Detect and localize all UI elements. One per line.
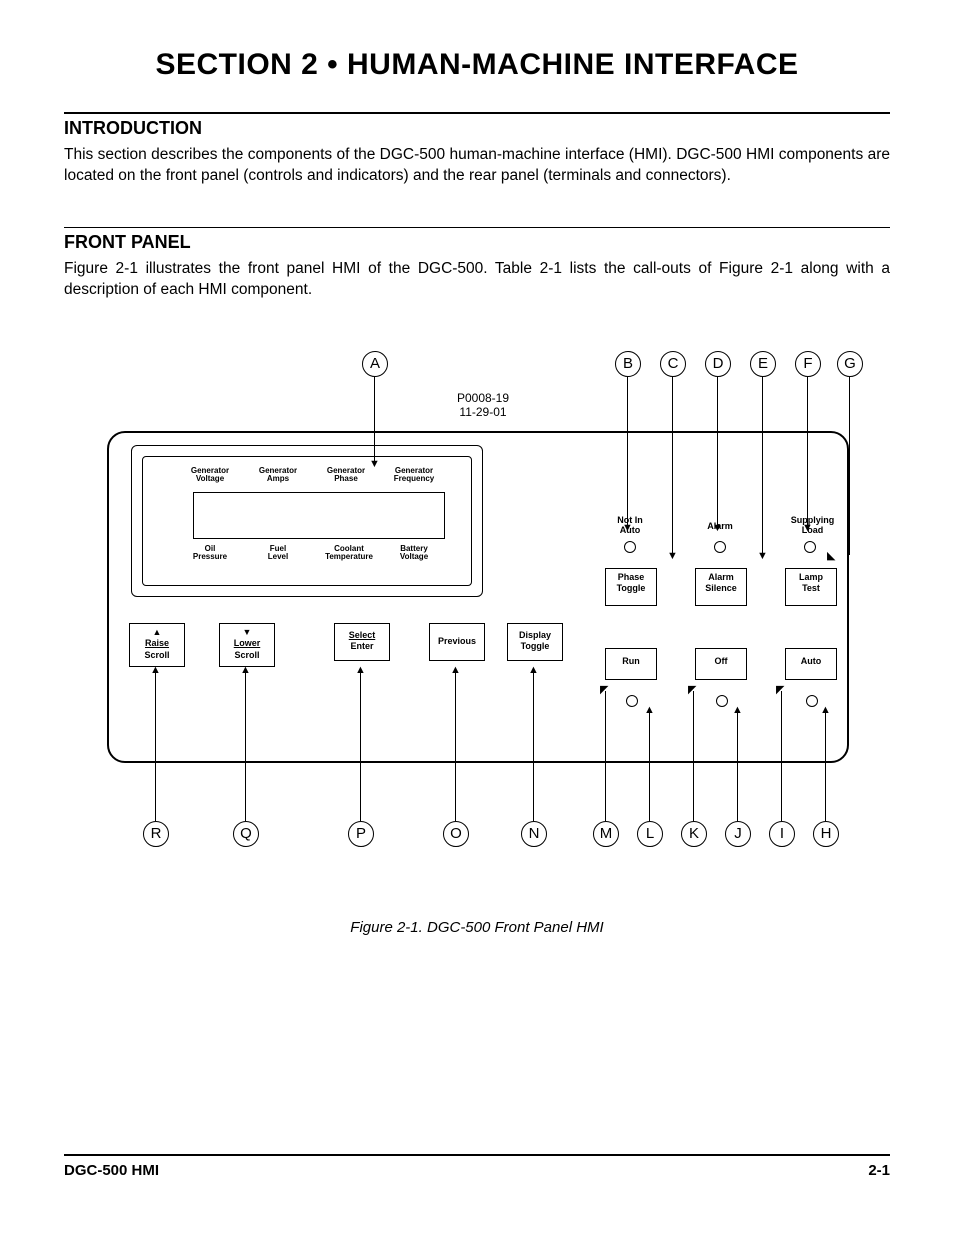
- lcd-label: GeneratorVoltage: [185, 467, 235, 485]
- callout-p: P: [348, 821, 374, 847]
- led-alarm: [714, 541, 726, 553]
- led-run: [626, 695, 638, 707]
- front-panel-heading: FRONT PANEL: [64, 232, 890, 253]
- callout-d: D: [705, 351, 731, 377]
- callout-c: C: [660, 351, 686, 377]
- callout-h: H: [813, 821, 839, 847]
- page: SECTION 2 • HUMAN-MACHINE INTERFACE INTR…: [0, 0, 954, 1235]
- previous-button[interactable]: Previous: [429, 623, 485, 661]
- display-toggle-button[interactable]: DisplayToggle: [507, 623, 563, 661]
- divider: [64, 227, 890, 228]
- callout-g: G: [837, 351, 863, 377]
- raise-scroll-button[interactable]: ▲ Raise Scroll: [129, 623, 185, 667]
- led-label-alarm: Alarm: [695, 521, 745, 531]
- down-arrow-icon: ▼: [243, 627, 252, 637]
- lcd-screen: [193, 492, 445, 539]
- callout-l: L: [637, 821, 663, 847]
- callout-i: I: [769, 821, 795, 847]
- lamp-test-button[interactable]: LampTest: [785, 568, 837, 606]
- lower-scroll-button[interactable]: ▼ Lower Scroll: [219, 623, 275, 667]
- lcd-label: GeneratorPhase: [321, 467, 371, 485]
- lcd-label: GeneratorAmps: [253, 467, 303, 485]
- lcd-label: OilPressure: [185, 545, 235, 563]
- lcd: GeneratorVoltage GeneratorAmps Generator…: [142, 456, 472, 586]
- callout-q: Q: [233, 821, 259, 847]
- footer-left: DGC-500 HMI: [64, 1162, 159, 1179]
- callout-a: A: [362, 351, 388, 377]
- page-footer: DGC-500 HMI 2-1: [64, 1154, 890, 1179]
- figure-info: P0008-19 11-29-01: [433, 391, 533, 419]
- callout-f: F: [795, 351, 821, 377]
- callout-e: E: [750, 351, 776, 377]
- callout-j: J: [725, 821, 751, 847]
- lcd-label: GeneratorFrequency: [389, 467, 439, 485]
- auto-button[interactable]: Auto: [785, 648, 837, 680]
- divider: [64, 112, 890, 114]
- led-off: [716, 695, 728, 707]
- figure-partno: P0008-19: [457, 391, 509, 405]
- led-supplying-load: [804, 541, 816, 553]
- up-arrow-icon: ▲: [153, 627, 162, 637]
- lcd-label: BatteryVoltage: [389, 545, 439, 563]
- divider: [64, 1154, 890, 1156]
- section-title: SECTION 2 • HUMAN-MACHINE INTERFACE: [64, 48, 890, 82]
- select-enter-button[interactable]: Select Enter: [334, 623, 390, 661]
- callout-k: K: [681, 821, 707, 847]
- run-button[interactable]: Run: [605, 648, 657, 680]
- led-label-not-in-auto: Not InAuto: [605, 515, 655, 536]
- figure-date: 11-29-01: [459, 405, 506, 419]
- figure-caption: Figure 2-1. DGC-500 Front Panel HMI: [64, 919, 890, 936]
- led-auto: [806, 695, 818, 707]
- alarm-silence-button[interactable]: AlarmSilence: [695, 568, 747, 606]
- off-button[interactable]: Off: [695, 648, 747, 680]
- lcd-label: FuelLevel: [253, 545, 303, 563]
- callout-m: M: [593, 821, 619, 847]
- front-panel-body: Figure 2-1 illustrates the front panel H…: [64, 259, 890, 301]
- led-not-in-auto: [624, 541, 636, 553]
- callout-n: N: [521, 821, 547, 847]
- callout-b: B: [615, 351, 641, 377]
- figure-2-1: P0008-19 11-29-01 A B C D E F G ▼ ▼ ▼ ▼ …: [107, 351, 847, 891]
- led-label-supplying: SupplyingLoad: [785, 515, 840, 536]
- intro-heading: INTRODUCTION: [64, 118, 890, 139]
- lcd-label: CoolantTemperature: [321, 545, 377, 563]
- callout-o: O: [443, 821, 469, 847]
- lcd-frame: GeneratorVoltage GeneratorAmps Generator…: [131, 445, 483, 597]
- footer-right: 2-1: [868, 1162, 890, 1179]
- intro-body: This section describes the components of…: [64, 145, 890, 187]
- callout-r: R: [143, 821, 169, 847]
- phase-toggle-button[interactable]: PhaseToggle: [605, 568, 657, 606]
